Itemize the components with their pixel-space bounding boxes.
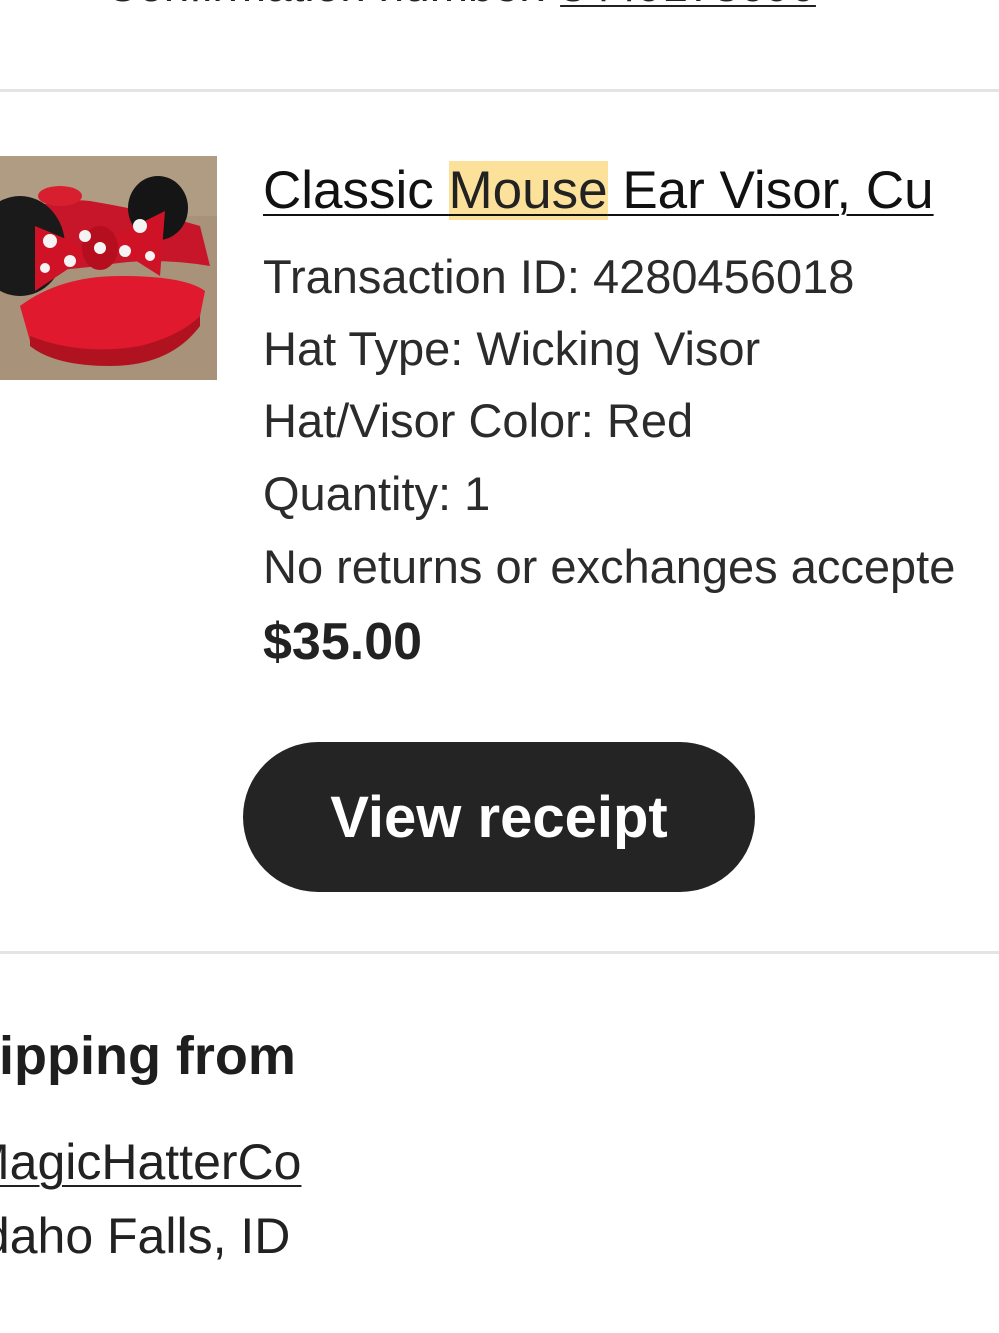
confirmation-line: Confirmation number: 3449173690 <box>105 0 816 12</box>
item-title-link[interactable]: Classic Mouse Ear Visor, Cu <box>263 158 934 224</box>
transaction-id: Transaction ID: 4280456018 <box>263 250 855 303</box>
item-image[interactable] <box>0 156 217 380</box>
section-divider <box>0 89 999 92</box>
item-title-after: Ear Visor, Cu <box>607 161 934 220</box>
item-price: $35.00 <box>263 613 423 671</box>
hat-type: Hat Type: Wicking Visor <box>263 322 761 375</box>
item-title-before: Classic <box>263 161 449 220</box>
seller-link[interactable]: MagicHatterCo <box>0 1133 301 1191</box>
hat-color: Hat/Visor Color: Red <box>263 394 694 447</box>
shipping-from-heading: hipping from <box>0 1026 296 1086</box>
minnie-visor-photo-icon <box>0 156 217 380</box>
quantity: Quantity: 1 <box>263 467 491 520</box>
confirmation-label: Confirmation number: <box>105 0 547 11</box>
seller-location: Idaho Falls, ID <box>0 1208 291 1264</box>
section-divider <box>0 951 999 954</box>
return-policy: No returns or exchanges accepte <box>263 540 956 593</box>
view-receipt-button[interactable]: View receipt <box>243 742 755 892</box>
confirmation-number-link[interactable]: 3449173690 <box>560 0 816 11</box>
item-title-highlight: Mouse <box>448 161 608 220</box>
